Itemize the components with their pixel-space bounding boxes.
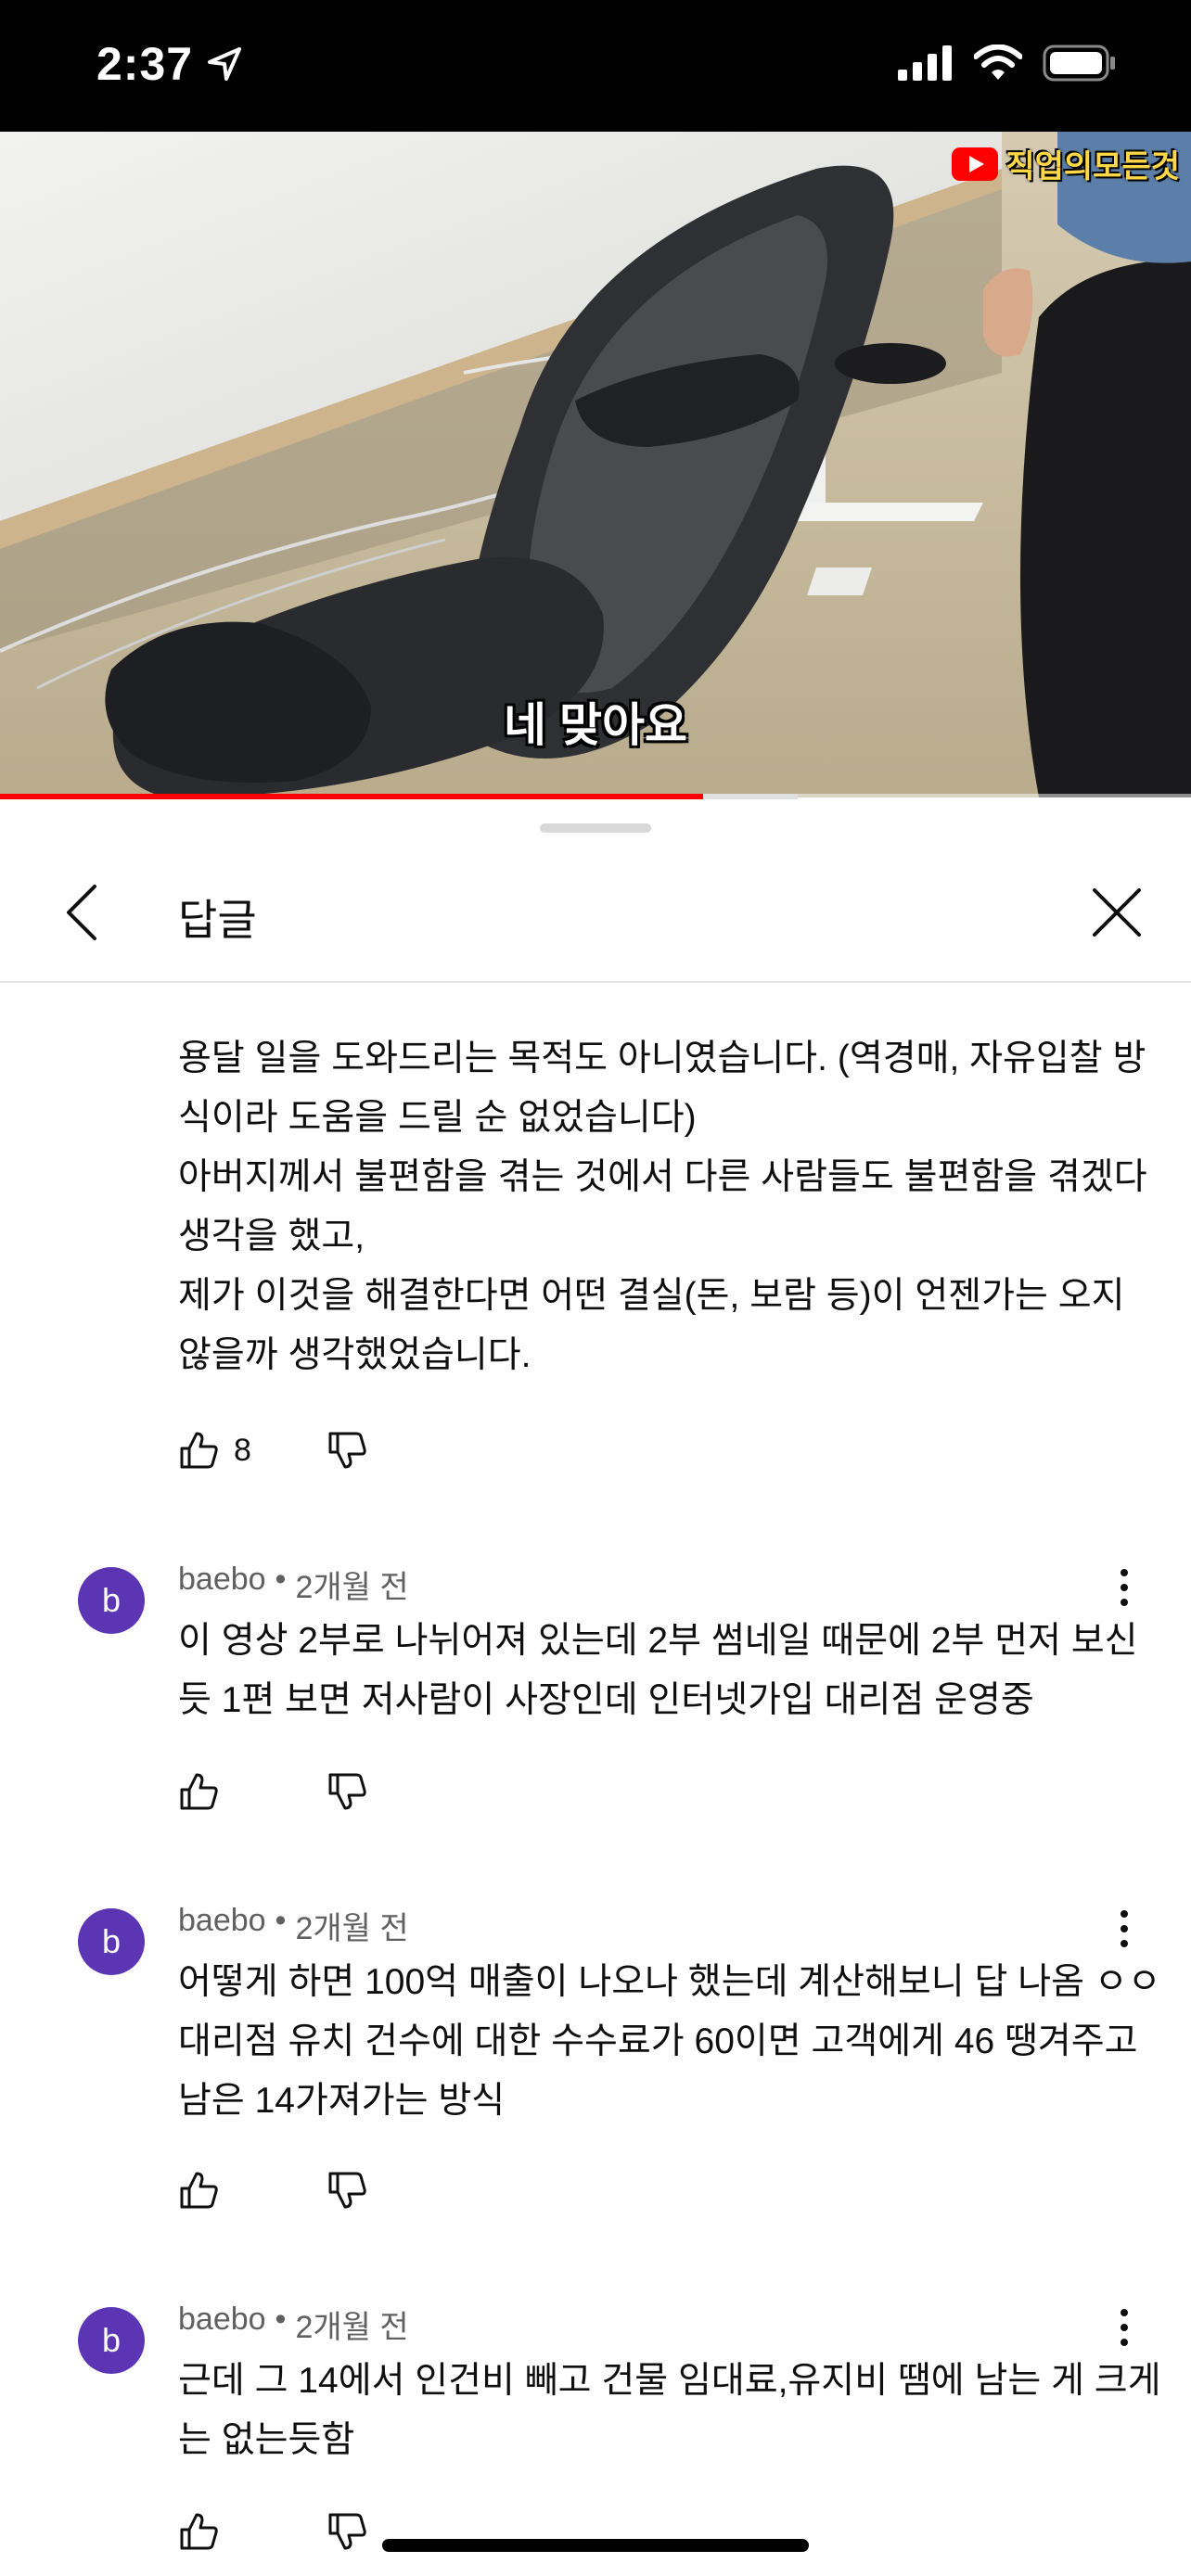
youtube-logo-icon xyxy=(952,147,999,181)
video-player[interactable]: 직업의모든것 네 맞아요 xyxy=(0,132,1191,797)
more-vert-icon xyxy=(1121,1569,1128,1576)
avatar[interactable]: b xyxy=(78,1908,145,1975)
comment-actions xyxy=(178,2162,382,2218)
location-arrow-icon xyxy=(208,47,242,81)
meta-separator: • xyxy=(275,2302,287,2337)
like-button[interactable] xyxy=(178,2170,327,2211)
close-button[interactable] xyxy=(1080,875,1154,950)
comment-time: 2개월 전 xyxy=(295,2310,409,2345)
more-vert-dot xyxy=(1121,1584,1128,1591)
avatar[interactable]: b xyxy=(78,1567,145,1634)
comment-meta: baebo • 2개월 전 xyxy=(178,1562,409,1607)
dislike-button[interactable] xyxy=(327,1771,382,1812)
cellular-signal-icon xyxy=(898,45,952,81)
thumbs-down-icon xyxy=(328,2172,366,2209)
thumbs-up-icon xyxy=(180,2172,218,2209)
thumbs-down-icon xyxy=(328,1432,366,1469)
meta-separator: • xyxy=(275,1903,287,1938)
avatar[interactable]: b xyxy=(78,2307,145,2374)
thumbs-up-icon xyxy=(180,1432,218,1469)
more-vert-icon xyxy=(1121,2309,1128,2316)
comment-text: 어떻게 하면 100억 매출이 나오나 했는데 계산해보니 답 나옴 ㅇㅇ 대리… xyxy=(178,1962,1161,2121)
thumbs-down-icon xyxy=(328,1773,366,1810)
replies-panel: 답글 용달 일을 도와드리는 목적도 아니였습니다. (역경매, 자유입찰 방식… xyxy=(0,799,1191,2576)
comment-time: 2개월 전 xyxy=(295,1570,409,1605)
comment-text: 근데 그 14에서 인건비 빼고 건물 임대료,유지비 땜에 남는 게 크게는 … xyxy=(178,2361,1161,2460)
back-chevron-icon xyxy=(67,885,96,940)
home-indicator[interactable] xyxy=(382,2539,809,2552)
comment-menu-button[interactable] xyxy=(1106,2300,1143,2355)
thumbs-up-icon xyxy=(180,1773,218,1810)
channel-watermark-text: 직업의모든것 xyxy=(1005,149,1180,185)
comment-meta: baebo • 2개월 전 xyxy=(178,2302,409,2347)
like-button[interactable] xyxy=(178,2511,327,2552)
panel-title: 답글 xyxy=(178,896,257,944)
like-button[interactable]: 8 xyxy=(178,1430,327,1471)
comment-menu-button[interactable] xyxy=(1106,1901,1143,1957)
comment-time: 2개월 전 xyxy=(295,1911,409,1946)
thumbs-up-icon xyxy=(180,2513,218,2550)
status-bar: 2:37 xyxy=(0,0,1191,132)
more-vert-icon xyxy=(1121,1910,1128,1918)
channel-watermark: 직업의모든것 xyxy=(952,141,1180,186)
comment-author[interactable]: baebo xyxy=(178,1562,266,1607)
comment-text: 이 영상 2부로 나뉘어져 있는데 2부 썸네일 때문에 2부 먼저 보신듯 1… xyxy=(178,1621,1138,1720)
comment-text: 용달 일을 도와드리는 목적도 아니였습니다. (역경매, 자유입찰 방식이라 … xyxy=(178,1039,1147,1375)
more-vert-dot xyxy=(1121,2339,1128,2346)
battery-icon xyxy=(1043,45,1115,82)
dislike-button[interactable] xyxy=(327,2170,382,2211)
status-indicators xyxy=(898,45,1117,82)
comment-author[interactable]: baebo xyxy=(178,1903,266,1948)
comment-actions: 8 xyxy=(178,1422,382,1478)
comment-actions xyxy=(178,2504,382,2559)
more-vert-dot xyxy=(1121,2324,1128,2331)
comment-actions xyxy=(178,1764,382,1819)
comment-author[interactable]: baebo xyxy=(178,2302,266,2347)
dislike-button[interactable] xyxy=(327,1430,382,1471)
more-vert-dot xyxy=(1121,1599,1128,1606)
close-icon xyxy=(1093,888,1141,937)
replies-header: 답글 xyxy=(0,855,1191,983)
clock: 2:37 xyxy=(96,38,194,90)
thumbs-down-icon xyxy=(328,2513,366,2550)
back-button[interactable] xyxy=(45,875,119,950)
comment-menu-button[interactable] xyxy=(1106,1560,1143,1615)
video-subtitle: 네 맞아요 xyxy=(504,699,687,751)
status-time: 2:37 xyxy=(96,37,243,91)
like-button[interactable] xyxy=(178,1771,327,1812)
more-vert-dot xyxy=(1121,1925,1128,1932)
comment-meta: baebo • 2개월 전 xyxy=(178,1903,409,1948)
dislike-button[interactable] xyxy=(327,2511,382,2552)
drag-handle[interactable] xyxy=(540,823,651,833)
meta-separator: • xyxy=(275,1562,287,1597)
more-vert-dot xyxy=(1121,1940,1128,1947)
like-count: 8 xyxy=(234,1432,251,1468)
wifi-icon xyxy=(974,45,1022,80)
